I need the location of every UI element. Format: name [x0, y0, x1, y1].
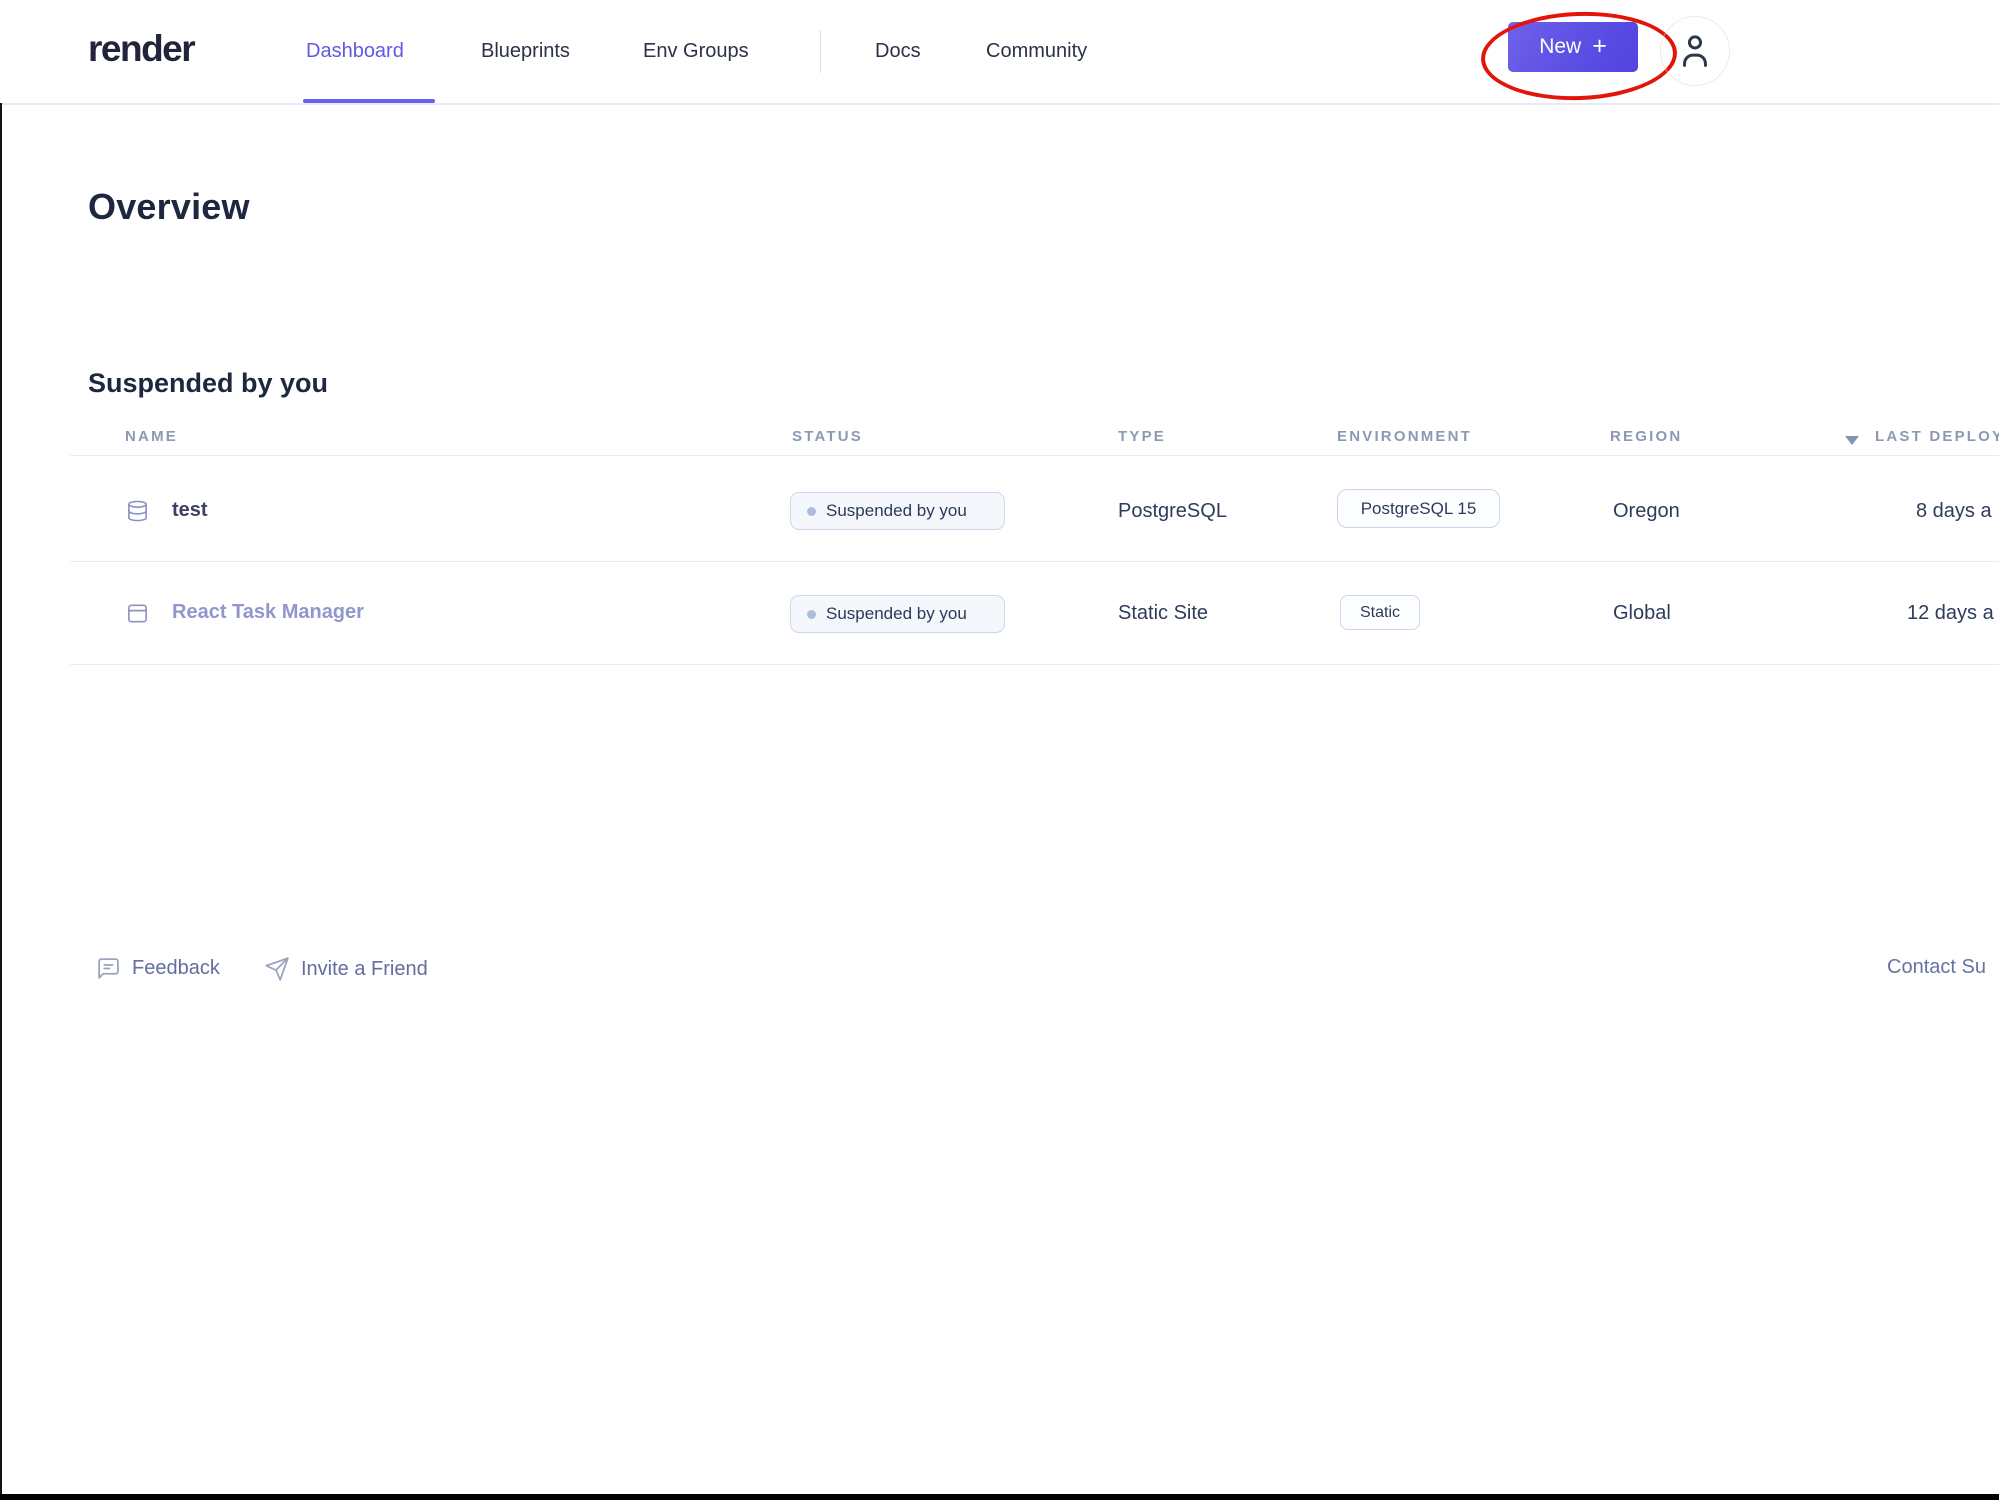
environment-badge: PostgreSQL 15 [1337, 489, 1500, 528]
status-dot-icon [807, 610, 816, 619]
service-region: Oregon [1613, 500, 1680, 523]
table-row-divider [70, 664, 1999, 665]
render-dashboard-screen: render Dashboard Blueprints Env Groups D… [0, 0, 1999, 1500]
static-site-icon [126, 601, 149, 631]
status-badge: Suspended by you [790, 492, 1005, 530]
nav-divider [820, 30, 821, 73]
invite-friend-link[interactable]: Invite a Friend [264, 956, 428, 982]
render-logo[interactable]: render [88, 28, 194, 70]
service-region: Global [1613, 602, 1671, 625]
feedback-bubble-icon [96, 956, 121, 981]
plus-icon: + [1592, 32, 1607, 61]
nav-item-blueprints[interactable]: Blueprints [481, 30, 570, 72]
nav-item-community[interactable]: Community [986, 30, 1087, 72]
column-header-last-deploy[interactable]: LAST DEPLOY [1875, 428, 1999, 445]
feedback-link[interactable]: Feedback [96, 956, 220, 981]
nav-item-docs[interactable]: Docs [875, 30, 921, 72]
last-deploy-value: 12 days a [1907, 602, 1994, 625]
status-dot-icon [807, 507, 816, 516]
active-tab-underline [303, 99, 435, 103]
table-header-divider [70, 455, 1999, 456]
paper-plane-icon [264, 956, 290, 982]
status-badge-label: Suspended by you [826, 501, 967, 521]
window-bottom-edge [0, 1494, 1999, 1500]
column-header-type: TYPE [1118, 428, 1166, 445]
status-badge: Suspended by you [790, 595, 1005, 633]
service-type: Static Site [1118, 602, 1208, 625]
nav-item-dashboard[interactable]: Dashboard [306, 30, 404, 72]
section-title: Suspended by you [88, 368, 328, 399]
new-button[interactable]: New + [1508, 22, 1638, 72]
last-deploy-value: 8 days a [1916, 500, 1992, 523]
column-header-name: NAME [125, 428, 178, 445]
invite-friend-label: Invite a Friend [301, 958, 428, 981]
account-avatar-icon[interactable] [1676, 31, 1714, 71]
window-left-edge [0, 103, 2, 1494]
column-header-region: REGION [1610, 428, 1682, 445]
service-name-link[interactable]: React Task Manager [172, 601, 364, 624]
status-badge-label: Suspended by you [826, 604, 967, 624]
database-icon [126, 496, 149, 531]
column-header-environment: ENVIRONMENT [1337, 428, 1472, 445]
feedback-label: Feedback [132, 957, 220, 980]
contact-support-link[interactable]: Contact Su [1887, 956, 1986, 979]
top-nav: render Dashboard Blueprints Env Groups D… [0, 0, 1999, 105]
nav-item-env-groups[interactable]: Env Groups [643, 30, 749, 72]
page-title: Overview [88, 186, 250, 228]
service-type: PostgreSQL [1118, 500, 1227, 523]
environment-badge: Static [1340, 595, 1420, 630]
sort-descending-icon[interactable] [1845, 436, 1859, 445]
new-button-label: New [1539, 35, 1581, 59]
column-header-status: STATUS [792, 428, 863, 445]
service-name-link[interactable]: test [172, 499, 208, 522]
table-row-divider [70, 561, 1999, 562]
